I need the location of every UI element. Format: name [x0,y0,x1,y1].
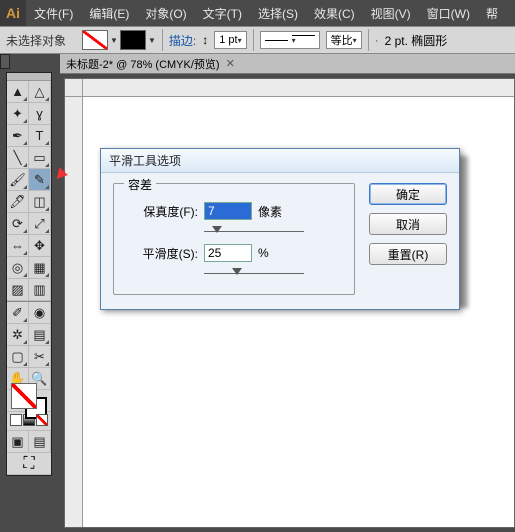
chevron-down-icon[interactable]: ▼ [110,36,118,45]
screen-mode[interactable]: ⛶ [7,453,51,475]
smoothness-input[interactable] [204,244,252,262]
ratio-select[interactable]: 等比 ▾ [326,31,362,49]
menu-help[interactable]: 帮 [478,5,506,22]
ruler-horizontal[interactable] [83,79,514,97]
paintbrush-tool[interactable]: 🖌 [7,169,29,191]
fidelity-slider[interactable] [204,228,304,236]
fill-swatch[interactable] [82,30,108,50]
fidelity-label: 保真度(F): [126,203,198,220]
tolerance-legend: 容差 [124,176,156,193]
width-tool[interactable]: ⇔ [7,235,29,257]
blend-tool[interactable]: ◉ [29,302,51,324]
toolbox-grip[interactable] [7,73,51,81]
menu-select[interactable]: 选择(S) [250,5,306,22]
tolerance-group: 容差 保真度(F): 像素 平滑度(S): % [113,183,355,295]
free-transform-tool[interactable]: ✥ [29,235,51,257]
menu-effect[interactable]: 效果(C) [306,5,363,22]
stroke-weight-field[interactable]: 1 pt ▾ [214,31,246,49]
menu-window[interactable]: 窗口(W) [419,5,478,22]
document-tab[interactable]: 未标题-2* @ 78% (CMYK/预览) ✕ [60,54,515,74]
gradient-tool[interactable]: ▥ [29,279,51,301]
toolbox: ▲ △ ✦ ɣ ✒ T ╲ ▭ 🖌 ✎ 🖊 ◫ ⟳ ⤢ ⇔ ✥ ◎ ▦ ▨ ▥ … [6,72,52,476]
selection-status: 未选择对象 [6,32,66,49]
app-logo: Ai [0,0,26,26]
menu-bar: Ai 文件(F) 编辑(E) 对象(O) 文字(T) 选择(S) 效果(C) 视… [0,0,515,26]
draw-behind[interactable]: ▤ [29,431,51,453]
draw-normal[interactable]: ▣ [7,431,29,453]
panel-toggle[interactable] [0,54,10,69]
fidelity-unit: 像素 [258,203,288,220]
none-mode[interactable] [36,414,48,426]
graph-tool[interactable]: ▤ [29,324,51,346]
smoothness-unit: % [258,246,288,260]
separator [253,29,254,51]
scale-tool[interactable]: ⤢ [29,213,51,235]
eyedropper-tool[interactable]: ✐ [7,302,29,324]
smoothness-slider[interactable] [204,270,304,278]
dialog-titlebar[interactable]: 平滑工具选项 [101,149,459,173]
perspective-grid-tool[interactable]: ▦ [29,257,51,279]
close-icon[interactable]: ✕ [226,57,235,70]
document-tab-title: 未标题-2* @ 78% (CMYK/预览) [66,56,220,72]
reset-button[interactable]: 重置(R) [369,243,447,265]
shape-builder-tool[interactable]: ◎ [7,257,29,279]
type-tool[interactable]: T [29,125,51,147]
cancel-button[interactable]: 取消 [369,213,447,235]
fill-stroke-swatch[interactable]: ▼ ▼ [82,30,156,50]
stroke-swatch[interactable] [120,30,146,50]
smoothness-label: 平滑度(S): [126,245,198,262]
rotate-tool[interactable]: ⟳ [7,213,29,235]
stroke-style-select[interactable]: ▾ [260,31,320,49]
stroke-label[interactable]: 描边: [169,32,196,49]
dialog-title: 平滑工具选项 [109,152,181,169]
stroke-weight-stepper[interactable]: ↕ [202,33,208,47]
artboard-tool[interactable]: ▢ [7,346,29,368]
lasso-tool[interactable]: ɣ [29,103,51,125]
direct-selection-tool[interactable]: △ [29,81,51,103]
selection-tool[interactable]: ▲ [7,81,29,103]
line-tool[interactable]: ╲ [7,147,29,169]
fill-stroke-indicator[interactable] [7,390,51,412]
pencil-tool[interactable]: ✎ [29,169,51,191]
mesh-tool[interactable]: ▨ [7,279,29,301]
ruler-vertical[interactable] [65,97,83,527]
menu-file[interactable]: 文件(F) [26,5,81,22]
blob-brush-tool[interactable]: 🖊 [7,191,29,213]
pen-tool[interactable]: ✒ [7,125,29,147]
menu-type[interactable]: 文字(T) [195,5,250,22]
smooth-tool-options-dialog: 平滑工具选项 容差 保真度(F): 像素 平滑度(S): % 确定 取消 重置(… [100,148,460,310]
symbol-sprayer-tool[interactable]: ✲ [7,324,29,346]
fidelity-input[interactable] [204,202,252,220]
menu-view[interactable]: 视图(V) [363,5,419,22]
eraser-tool[interactable]: ◫ [29,191,51,213]
slice-tool[interactable]: ✂ [29,346,51,368]
property-bar: 未选择对象 ▼ ▼ 描边: ↕ 1 pt ▾ ▾ 等比 ▾ · 2 pt. 椭圆… [0,26,515,54]
separator [368,29,369,51]
chevron-down-icon[interactable]: ▼ [148,36,156,45]
shape-info: 2 pt. 椭圆形 [385,32,448,49]
separator [162,29,163,51]
ok-button[interactable]: 确定 [369,183,447,205]
rectangle-tool[interactable]: ▭ [29,147,51,169]
magic-wand-tool[interactable]: ✦ [7,103,29,125]
menu-object[interactable]: 对象(O) [137,5,194,22]
left-panel: ▲ △ ✦ ɣ ✒ T ╲ ▭ 🖌 ✎ 🖊 ◫ ⟳ ⤢ ⇔ ✥ ◎ ▦ ▨ ▥ … [0,54,60,532]
menu-edit[interactable]: 编辑(E) [81,5,137,22]
ruler-corner[interactable] [65,79,83,97]
